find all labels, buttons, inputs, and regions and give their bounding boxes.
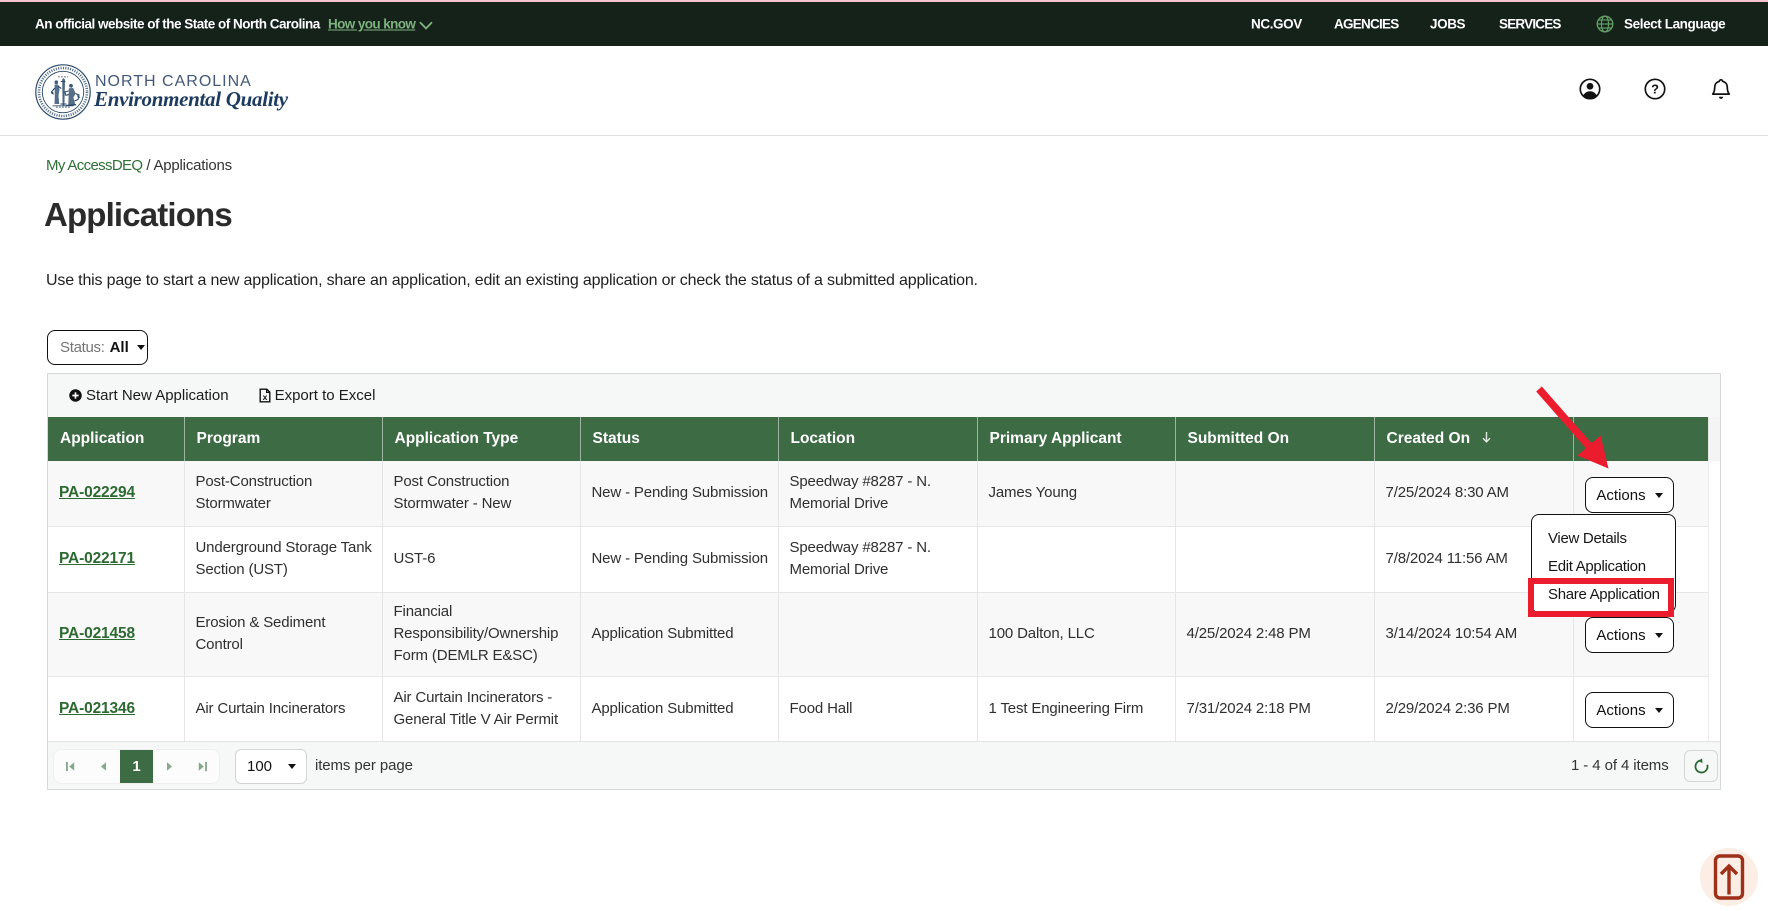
svg-text:x: x [262,392,267,402]
svg-text:?: ? [1651,81,1659,96]
